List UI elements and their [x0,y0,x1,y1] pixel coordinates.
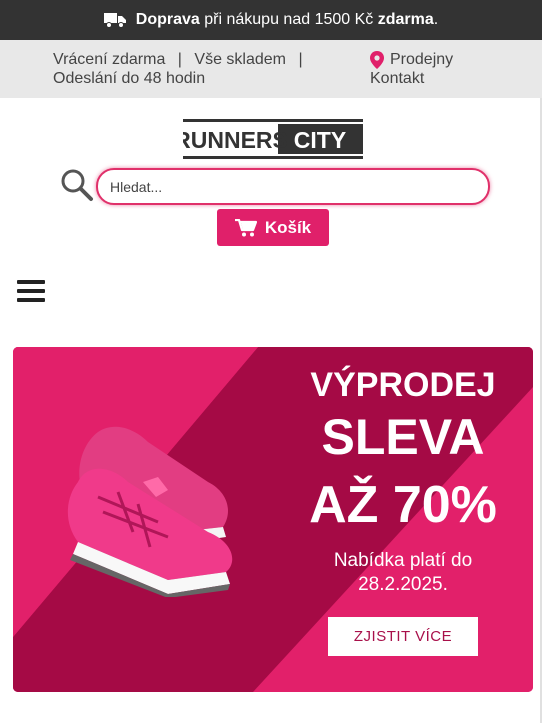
info-bar: Vrácení zdarma | Vše skladem | Odeslání … [0,40,542,98]
shipping-text: Doprava při nákupu nad 1500 Kč zdarma. [136,11,438,29]
truck-icon [103,13,126,28]
logo-text-right: CITY [294,127,346,153]
search-icon[interactable] [60,168,94,202]
shipping-bold-1: Doprava [135,11,200,28]
logo-text-left: RUNNERS [183,127,288,153]
stores-link[interactable]: Prodejny [390,50,453,69]
shopping-cart-icon [234,218,257,236]
map-pin-icon [370,50,384,69]
banner-title-percent: AŽ 70% [309,476,497,534]
benefits-list: Vrácení zdarma | Vše skladem | Odeslání … [53,50,353,88]
banner-title-sale: VÝPRODEJ [310,366,496,404]
menu-icon[interactable] [17,280,45,304]
pink-sneaker-image [67,426,233,597]
sale-banner[interactable]: VÝPRODEJ SLEVA AŽ 70% Nabídka platí do 2… [13,347,533,692]
search-input[interactable] [96,168,490,205]
learn-more-button[interactable]: ZJISTIT VÍCE [328,617,478,656]
banner-offer-text: Nabídka platí do [333,550,473,571]
benefit-shipping: Odeslání do 48 hodin [53,70,206,87]
benefit-in-stock: Vše skladem [194,51,286,68]
benefit-free-returns: Vrácení zdarma [53,51,166,68]
cart-label: Košík [264,217,312,237]
banner-offer-date: 28.2.2025. [358,574,448,595]
shipping-announcement-bar: Doprava při nákupu nad 1500 Kč zdarma. [0,0,542,40]
store-links: Prodejny Kontakt [370,50,453,88]
shipping-middle: při nákupu nad 1500 Kč [199,11,378,28]
benefit-separator: | [177,51,182,68]
shipping-bold-2: zdarma [377,11,434,28]
cart-button[interactable]: Košík [217,209,329,246]
runners-city-logo[interactable]: RUNNERS CITY [183,119,363,159]
benefit-separator: | [298,51,303,68]
contact-link[interactable]: Kontakt [370,69,453,88]
banner-title-discount: SLEVA [321,409,485,465]
shipping-end: . [433,11,439,28]
